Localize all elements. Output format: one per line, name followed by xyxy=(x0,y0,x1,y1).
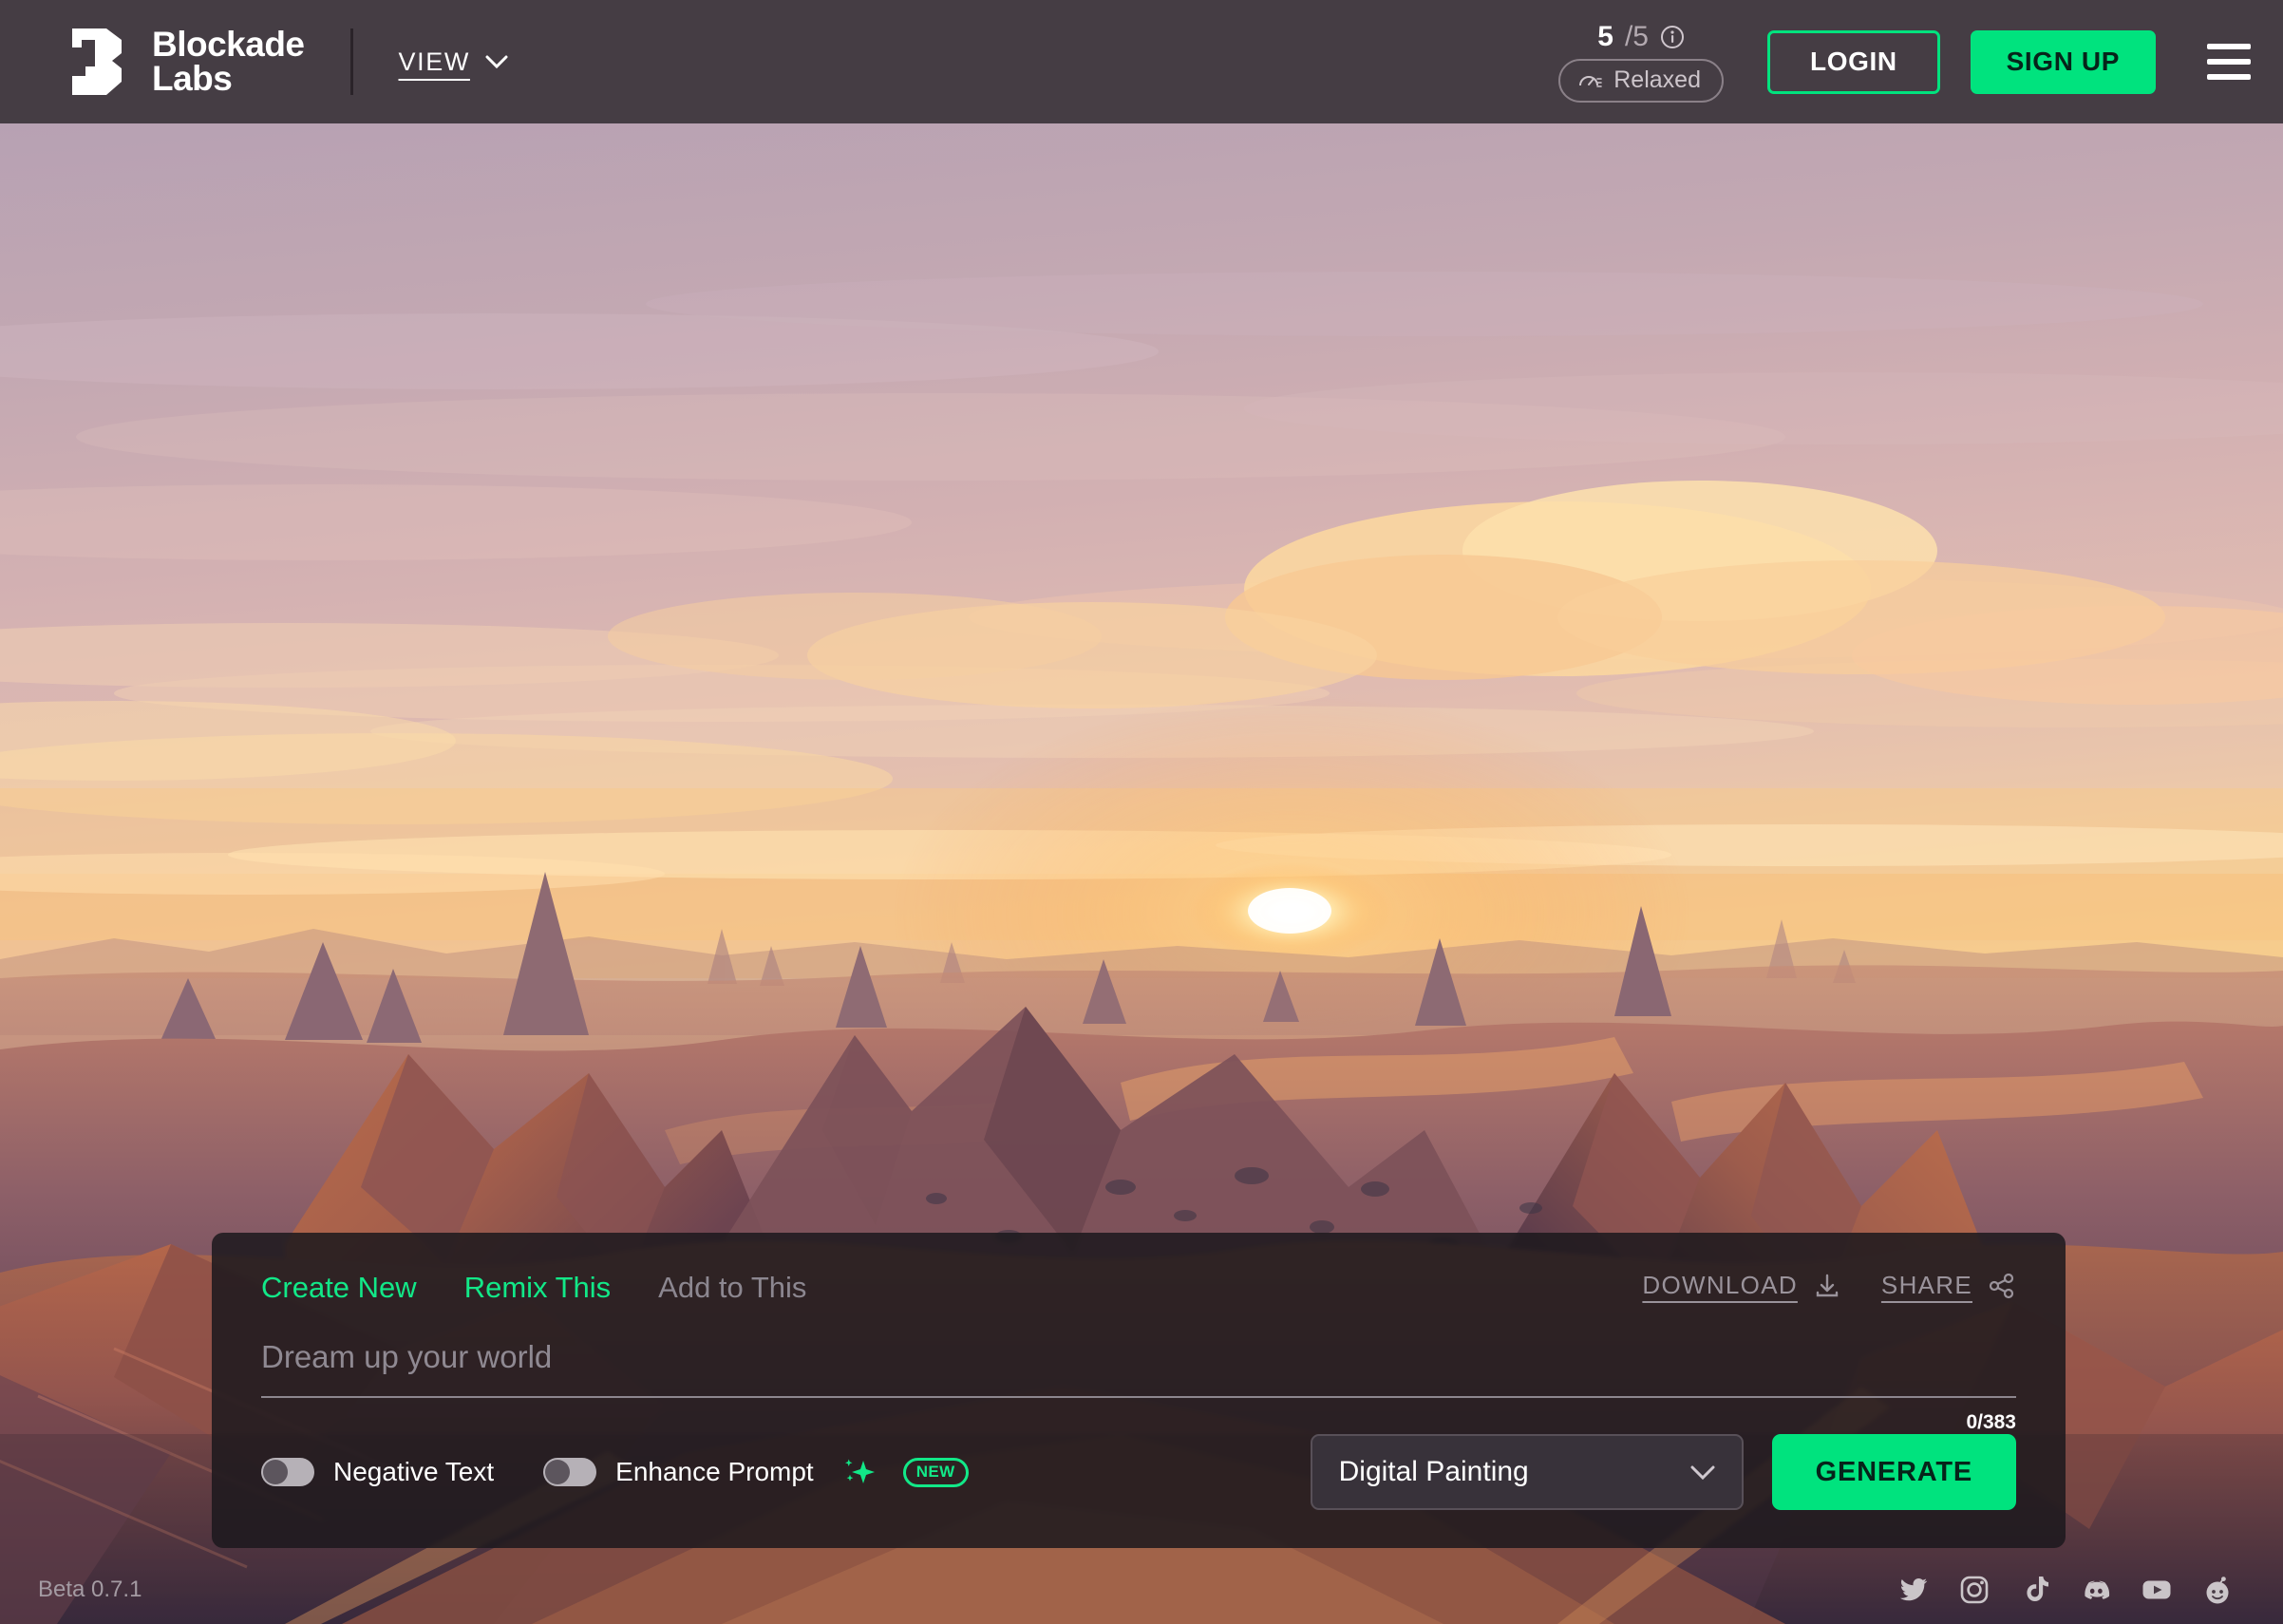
app-footer: Beta 0.7.1 xyxy=(0,1556,2283,1624)
prompt-panel: Create New Remix This Add to This DOWNLO… xyxy=(212,1233,2066,1548)
negative-text-toggle[interactable] xyxy=(261,1458,314,1486)
panel-right-controls: Digital Painting GENERATE xyxy=(1311,1434,2016,1510)
brand-logo[interactable]: Blockade Labs xyxy=(68,27,305,97)
youtube-icon[interactable] xyxy=(2141,1574,2173,1606)
discord-icon[interactable] xyxy=(2080,1574,2112,1606)
hamburger-menu-icon[interactable] xyxy=(2207,41,2251,83)
style-select[interactable]: Digital Painting xyxy=(1311,1434,1744,1510)
hamburger-bar-2 xyxy=(2207,59,2251,65)
login-button[interactable]: LOGIN xyxy=(1767,30,1940,94)
negative-text-group: Negative Text xyxy=(261,1457,494,1487)
download-icon xyxy=(1813,1272,1841,1300)
header-right-cluster: 5 /5 Relaxed LOGI xyxy=(1558,21,2251,103)
share-label: SHARE xyxy=(1881,1271,1972,1300)
brand-line-2: Labs xyxy=(152,62,305,96)
prompt-row: 0/383 xyxy=(261,1333,2016,1398)
enhance-prompt-toggle[interactable] xyxy=(543,1458,596,1486)
sun-core xyxy=(1248,888,1331,934)
tab-add-to-this[interactable]: Add to This xyxy=(658,1271,806,1305)
credits-used: 5 xyxy=(1597,21,1613,53)
toggle-knob xyxy=(545,1460,570,1484)
new-badge: NEW xyxy=(903,1458,969,1487)
app-header: Blockade Labs VIEW 5 /5 xyxy=(0,0,2283,123)
style-select-value: Digital Painting xyxy=(1339,1456,1529,1488)
enhance-prompt-label: Enhance Prompt xyxy=(615,1457,814,1487)
sparkles-icon xyxy=(842,1455,877,1489)
view-dropdown-button[interactable]: VIEW xyxy=(399,47,508,77)
instagram-icon[interactable] xyxy=(1958,1574,1991,1606)
hamburger-bar-1 xyxy=(2207,44,2251,49)
mode-badge[interactable]: Relaxed xyxy=(1558,59,1724,103)
enhance-prompt-group: Enhance Prompt NEW xyxy=(543,1455,968,1489)
mode-badge-label: Relaxed xyxy=(1613,66,1701,94)
view-label: VIEW xyxy=(399,47,470,77)
info-circle-icon[interactable] xyxy=(1660,25,1685,49)
generate-button[interactable]: GENERATE xyxy=(1772,1434,2016,1510)
brand-name: Blockade Labs xyxy=(152,28,305,97)
hamburger-bar-3 xyxy=(2207,74,2251,80)
tab-create-new[interactable]: Create New xyxy=(261,1271,417,1305)
toggle-knob xyxy=(263,1460,288,1484)
share-nodes-icon xyxy=(1988,1272,2016,1300)
credits-indicator: 5 /5 Relaxed xyxy=(1558,21,1724,103)
chevron-down-icon xyxy=(1690,1465,1715,1480)
download-button[interactable]: DOWNLOAD xyxy=(1642,1271,1841,1300)
twitter-icon[interactable] xyxy=(1897,1574,1930,1606)
download-label: DOWNLOAD xyxy=(1642,1271,1798,1300)
negative-text-label: Negative Text xyxy=(333,1457,494,1487)
prompt-char-counter: 0/383 xyxy=(1966,1411,2016,1434)
panel-actions: DOWNLOAD SHARE xyxy=(1642,1271,2016,1300)
mode-tabs: Create New Remix This Add to This xyxy=(261,1271,806,1305)
reddit-icon[interactable] xyxy=(2201,1574,2234,1606)
chevron-down-icon xyxy=(485,55,508,68)
panel-top-row: Create New Remix This Add to This DOWNLO… xyxy=(261,1271,2016,1305)
prompt-input[interactable] xyxy=(261,1333,2016,1396)
credits-line: 5 /5 xyxy=(1597,21,1685,53)
credits-total: /5 xyxy=(1625,21,1649,53)
share-button[interactable]: SHARE xyxy=(1881,1271,2016,1300)
app-root: Blockade Labs VIEW 5 /5 xyxy=(0,0,2283,1624)
relaxed-speed-icon xyxy=(1577,70,1603,91)
blockade-b-logo-icon xyxy=(68,27,127,97)
tiktok-icon[interactable] xyxy=(2019,1574,2051,1606)
signup-button[interactable]: SIGN UP xyxy=(1971,30,2156,94)
header-divider xyxy=(350,28,353,95)
version-label: Beta 0.7.1 xyxy=(38,1577,142,1603)
panel-controls-row: Negative Text Enhance Prompt NEW Digital… xyxy=(261,1434,2016,1510)
tab-remix-this[interactable]: Remix This xyxy=(464,1271,611,1305)
brand-line-1: Blockade xyxy=(152,28,305,62)
social-links xyxy=(1897,1574,2234,1606)
prompt-underline xyxy=(261,1396,2016,1398)
